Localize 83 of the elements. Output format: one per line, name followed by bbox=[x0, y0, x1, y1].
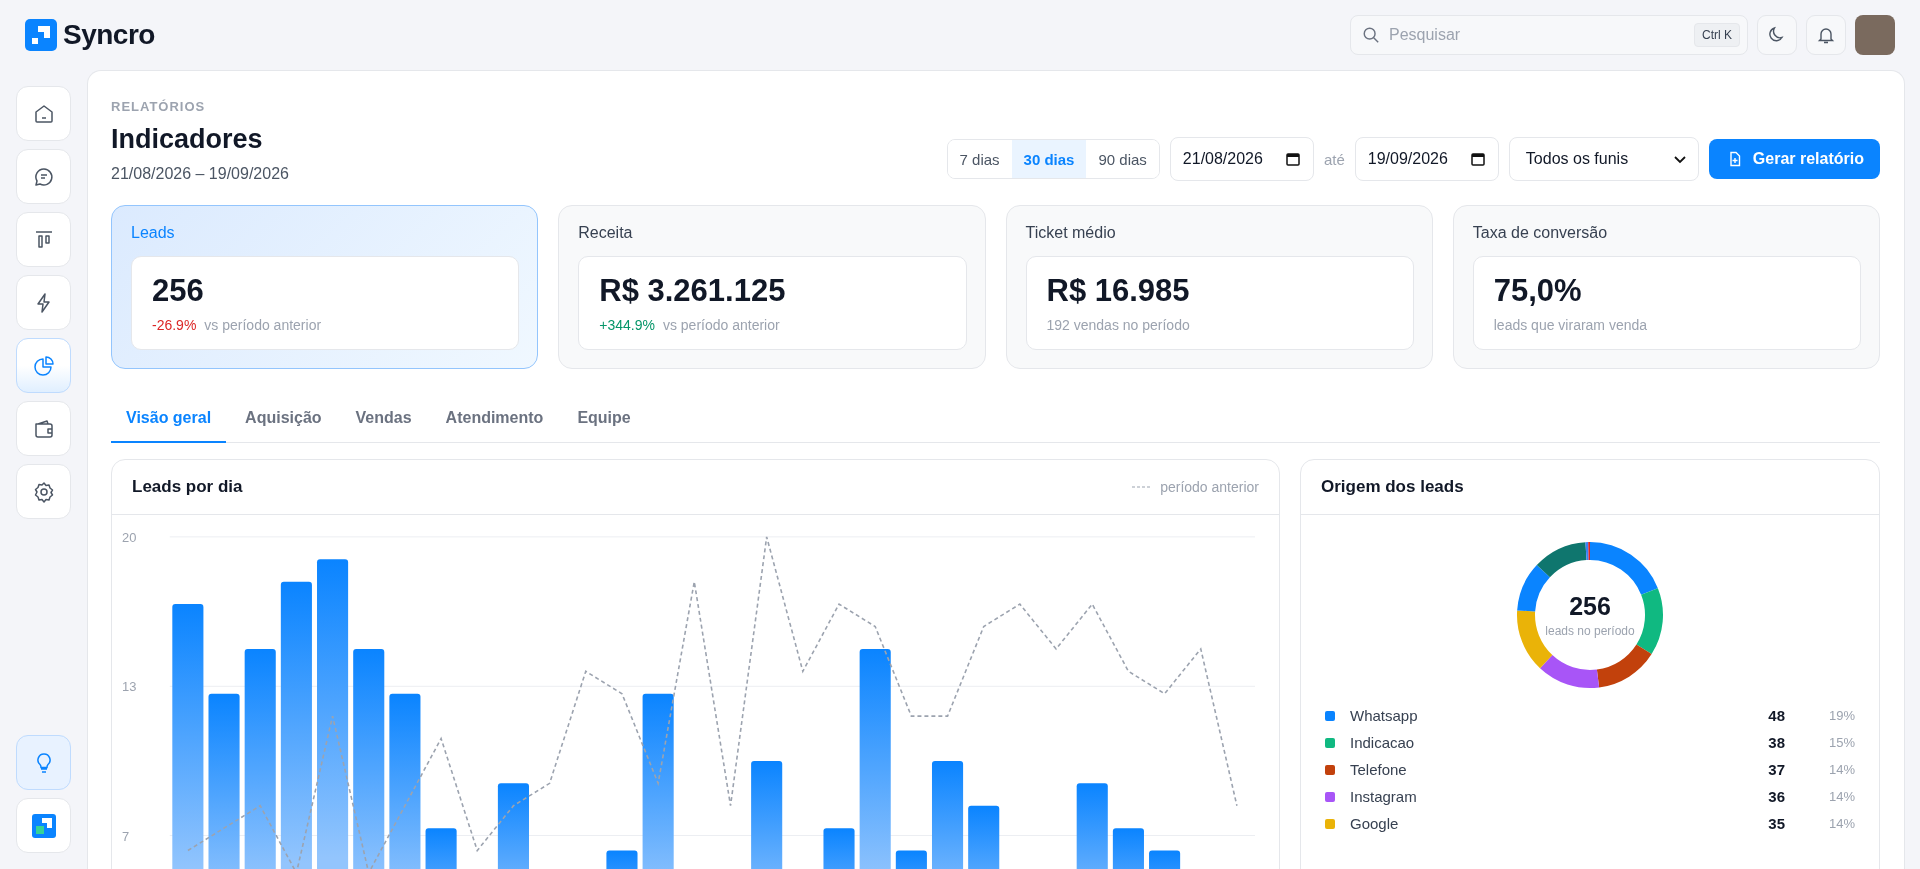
kpi-note: 192 vendas no período bbox=[1046, 317, 1190, 333]
bar bbox=[1112, 828, 1144, 869]
kpi-note: vs período anterior bbox=[662, 317, 780, 333]
axis-label: 20 bbox=[122, 529, 137, 545]
kpi-change: -26.9% bbox=[152, 317, 197, 333]
source-share: 14% bbox=[1827, 816, 1855, 831]
source-count: 36 bbox=[1767, 788, 1785, 805]
source-name: Google bbox=[1350, 815, 1400, 832]
chart-title: Origem dos leads bbox=[1321, 477, 1464, 497]
sidebar-item[interactable] bbox=[16, 464, 71, 519]
kpi-card[interactable]: Ticket médio R$ 16.985 192 vendas no período bbox=[1005, 205, 1433, 369]
tab[interactable]: Equipe bbox=[562, 397, 646, 443]
kpi-value: R$ 3.261.125 bbox=[599, 273, 787, 309]
source-name: Telefone bbox=[1350, 761, 1408, 778]
tips-button[interactable] bbox=[16, 735, 71, 790]
donut-total: 256 bbox=[1569, 592, 1611, 621]
pie-chart-icon bbox=[31, 353, 56, 378]
kpi-label: Ticket médio bbox=[1025, 224, 1117, 242]
source-share: 14% bbox=[1827, 789, 1855, 804]
bar bbox=[968, 805, 1000, 869]
chart-title: Leads por dia bbox=[132, 477, 243, 497]
date-range: 21/08/2026 – 19/09/2026 bbox=[111, 165, 289, 183]
bar bbox=[425, 828, 457, 869]
page-title: Indicadores bbox=[111, 124, 264, 155]
date-separator: até bbox=[1323, 150, 1345, 168]
kpi-change: +344.9% bbox=[599, 317, 655, 333]
source-name: Instagram bbox=[1350, 788, 1418, 805]
sidebar-item[interactable] bbox=[16, 275, 71, 330]
funnel-select[interactable]: Todos os funis bbox=[1508, 137, 1699, 181]
sidebar-item[interactable] bbox=[16, 338, 71, 393]
notifications-button[interactable] bbox=[1806, 15, 1846, 55]
shortcut-badge: Ctrl K bbox=[1694, 23, 1740, 47]
app-button[interactable] bbox=[16, 798, 71, 853]
dark-mode-button[interactable] bbox=[1757, 15, 1797, 55]
source-share: 15% bbox=[1827, 735, 1855, 750]
source-count: 48 bbox=[1767, 707, 1785, 724]
kpi-label: Taxa de conversão bbox=[1472, 224, 1609, 242]
kpi-label: Leads bbox=[131, 224, 176, 242]
source-name: Whatsapp bbox=[1350, 707, 1419, 724]
tab[interactable]: Vendas bbox=[340, 397, 427, 443]
kpi-note: leads que viraram venda bbox=[1493, 317, 1648, 333]
search-icon bbox=[1362, 26, 1380, 44]
kpi-note: vs período anterior bbox=[204, 317, 322, 333]
date-field[interactable]: 19/09/2026 bbox=[1354, 137, 1499, 181]
axis-label: 7 bbox=[122, 828, 130, 844]
axis-label: 13 bbox=[122, 679, 137, 695]
source-name: Indicacao bbox=[1350, 734, 1416, 751]
tab[interactable]: Aquisição bbox=[230, 397, 337, 443]
source-share: 19% bbox=[1827, 708, 1855, 723]
source-count: 38 bbox=[1767, 734, 1785, 751]
calendar-icon bbox=[1469, 151, 1486, 167]
bar bbox=[606, 850, 638, 869]
bar bbox=[895, 850, 927, 869]
kpi-card[interactable]: Taxa de conversão 75,0% leads que viraram venda bbox=[1452, 205, 1880, 369]
source-count: 35 bbox=[1767, 815, 1785, 832]
sidebar-item[interactable] bbox=[16, 212, 71, 267]
brand-name: Syncro bbox=[63, 19, 155, 51]
donut-caption: leads no período bbox=[1545, 624, 1635, 638]
logo-icon bbox=[25, 19, 57, 51]
tab[interactable]: Atendimento bbox=[430, 397, 559, 443]
source-share: 14% bbox=[1827, 762, 1855, 777]
avatar-placeholder[interactable] bbox=[1855, 15, 1895, 55]
tab[interactable]: Visão geral bbox=[111, 397, 227, 443]
source-count: 37 bbox=[1767, 761, 1785, 778]
generate-report-button[interactable]: Gerar relatório bbox=[1708, 139, 1880, 179]
breadcrumb-label: RELATÓRIOS bbox=[111, 99, 207, 114]
kpi-value: R$ 16.985 bbox=[1046, 273, 1191, 309]
kpi-label: Receita bbox=[578, 224, 634, 242]
sidebar-item[interactable] bbox=[16, 149, 71, 204]
bar bbox=[823, 828, 855, 869]
kpi-card[interactable]: Leads 256 -26.9% vs período anterior bbox=[111, 205, 539, 369]
kpi-value: 256 bbox=[152, 273, 205, 309]
bell-icon bbox=[1816, 25, 1836, 45]
calendar-icon bbox=[1284, 151, 1301, 167]
date-field[interactable]: 21/08/2026 bbox=[1169, 137, 1314, 181]
logo-icon bbox=[31, 813, 56, 838]
bar bbox=[1149, 850, 1181, 869]
sidebar-item[interactable] bbox=[16, 401, 71, 456]
kpi-value: 75,0% bbox=[1493, 273, 1583, 309]
kpi-card[interactable]: Receita R$ 3.261.125 +344.9% vs período anterior bbox=[558, 205, 986, 369]
legend-label: período anterior bbox=[1160, 479, 1259, 495]
dashed-line-icon bbox=[1132, 485, 1153, 489]
sidebar-item[interactable] bbox=[16, 86, 71, 141]
